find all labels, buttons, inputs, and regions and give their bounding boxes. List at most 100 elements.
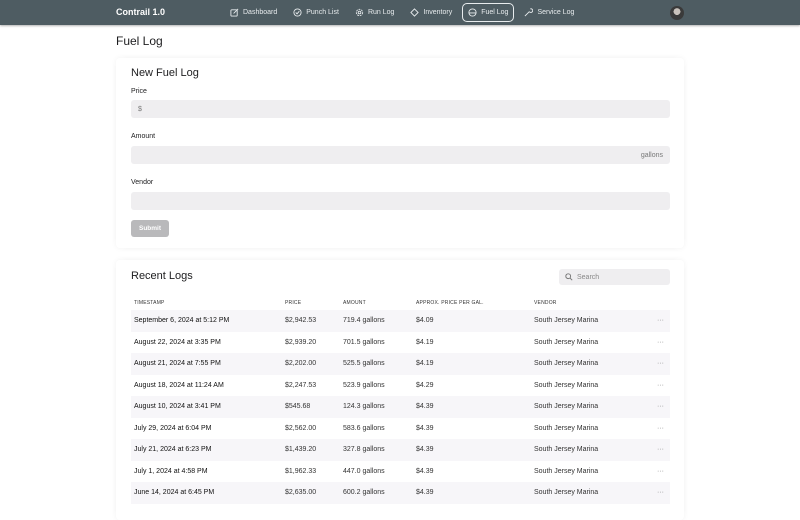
cell-amount: 583.6 gallons [343, 418, 416, 440]
diamond-icon [410, 8, 419, 17]
cell-vendor: South Jersey Marina [534, 418, 642, 440]
cell-price-per-gal: $4.39 [416, 396, 534, 418]
row-menu-button[interactable]: ··· [642, 482, 670, 504]
nav-label: Service Log [537, 9, 574, 16]
cell-vendor: South Jersey Marina [534, 461, 642, 483]
row-menu-button[interactable]: ··· [642, 461, 670, 483]
table-row: August 21, 2024 at 7:55 PM$2,202.00525.5… [131, 353, 670, 375]
cell-timestamp: July 29, 2024 at 6:04 PM [131, 418, 285, 440]
row-menu-button[interactable]: ··· [642, 310, 670, 332]
avatar[interactable] [670, 6, 684, 20]
cell-vendor: South Jersey Marina [534, 439, 642, 461]
column-header[interactable]: AMOUNT [343, 295, 416, 310]
row-menu-button[interactable]: ··· [642, 353, 670, 375]
price-input[interactable]: $ [131, 100, 670, 118]
nav-label: Run Log [368, 9, 394, 16]
table-row: July 21, 2024 at 6:23 PM$1,439.20327.8 g… [131, 439, 670, 461]
cell-timestamp: August 10, 2024 at 3:41 PM [131, 396, 285, 418]
table-row: September 6, 2024 at 5:12 PM$2,942.53719… [131, 310, 670, 332]
amount-input[interactable]: gallons [131, 146, 670, 164]
nav-fuel-log[interactable]: Fuel Log [462, 3, 514, 22]
cell-amount: 525.5 gallons [343, 353, 416, 375]
row-menu-button[interactable]: ··· [642, 375, 670, 397]
cell-amount: 447.0 gallons [343, 461, 416, 483]
search-icon [565, 273, 573, 281]
nav-punch-list[interactable]: Punch List [287, 3, 345, 22]
cell-vendor: South Jersey Marina [534, 482, 642, 504]
nav-label: Inventory [423, 9, 452, 16]
new-fuel-log-card: New Fuel Log Price $ Amount gallons Vend… [116, 58, 684, 248]
cell-price: $2,942.53 [285, 310, 343, 332]
cell-price: $1,439.20 [285, 439, 343, 461]
column-header[interactable]: PRICE [285, 295, 343, 310]
cell-price: $2,635.00 [285, 482, 343, 504]
table-row: August 10, 2024 at 3:41 PM$545.68124.3 g… [131, 396, 670, 418]
row-menu-button[interactable]: ··· [642, 439, 670, 461]
search-input[interactable]: Search [559, 269, 670, 285]
cell-timestamp: August 21, 2024 at 7:55 PM [131, 353, 285, 375]
edit-icon [230, 8, 239, 17]
price-prefix: $ [138, 106, 142, 113]
nav-run-log[interactable]: Run Log [349, 3, 400, 22]
cell-price: $2,562.00 [285, 418, 343, 440]
nav-dashboard[interactable]: Dashboard [224, 3, 283, 22]
search-placeholder: Search [577, 274, 599, 281]
cell-price-per-gal: $4.39 [416, 482, 534, 504]
logs-table: TIMESTAMPPRICEAMOUNTAPPROX. PRICE PER GA… [131, 295, 670, 504]
table-row: August 22, 2024 at 3:35 PM$2,939.20701.5… [131, 332, 670, 354]
cell-amount: 327.8 gallons [343, 439, 416, 461]
nav-inventory[interactable]: Inventory [404, 3, 458, 22]
row-menu-button[interactable]: ··· [642, 418, 670, 440]
cell-price: $1,962.33 [285, 461, 343, 483]
table-row: July 29, 2024 at 6:04 PM$2,562.00583.6 g… [131, 418, 670, 440]
table-row: August 18, 2024 at 11:24 AM$2,247.53523.… [131, 375, 670, 397]
row-menu-button[interactable]: ··· [642, 396, 670, 418]
cell-timestamp: June 14, 2024 at 6:45 PM [131, 482, 285, 504]
nav-label: Dashboard [243, 9, 277, 16]
nav-label: Punch List [306, 9, 339, 16]
cell-price: $545.68 [285, 396, 343, 418]
cell-timestamp: August 22, 2024 at 3:35 PM [131, 332, 285, 354]
cell-timestamp: July 21, 2024 at 6:23 PM [131, 439, 285, 461]
cell-timestamp: September 6, 2024 at 5:12 PM [131, 310, 285, 332]
cell-vendor: South Jersey Marina [534, 310, 642, 332]
amount-suffix: gallons [641, 152, 663, 159]
cell-vendor: South Jersey Marina [534, 375, 642, 397]
nav-service-log[interactable]: Service Log [518, 3, 580, 22]
cell-price: $2,247.53 [285, 375, 343, 397]
form-title: New Fuel Log [131, 67, 199, 79]
logs-title: Recent Logs [131, 270, 193, 282]
column-header[interactable]: VENDOR [534, 295, 642, 310]
cell-amount: 600.2 gallons [343, 482, 416, 504]
column-header[interactable]: APPROX. PRICE PER GAL. [416, 295, 534, 310]
top-nav: Contrail 1.0 Dashboard Punch List Run Log I… [0, 0, 800, 25]
cell-amount: 719.4 gallons [343, 310, 416, 332]
gauge-icon [468, 8, 477, 17]
vendor-input[interactable] [131, 192, 670, 210]
app-brand[interactable]: Contrail 1.0 [116, 7, 165, 17]
cell-vendor: South Jersey Marina [534, 396, 642, 418]
page-title: Fuel Log [116, 34, 163, 48]
cell-price-per-gal: $4.29 [416, 375, 534, 397]
gear-icon [355, 8, 364, 17]
cell-price-per-gal: $4.19 [416, 332, 534, 354]
recent-logs-card: Recent Logs Search TIMESTAMPPRICEAMOUNTA… [116, 260, 684, 520]
cell-price-per-gal: $4.39 [416, 439, 534, 461]
cell-amount: 124.3 gallons [343, 396, 416, 418]
cell-vendor: South Jersey Marina [534, 353, 642, 375]
cell-amount: 701.5 gallons [343, 332, 416, 354]
column-header[interactable]: TIMESTAMP [131, 295, 285, 310]
wrench-icon [524, 8, 533, 17]
submit-button[interactable]: Submit [131, 220, 169, 237]
cell-price-per-gal: $4.19 [416, 353, 534, 375]
cell-price: $2,202.00 [285, 353, 343, 375]
price-label: Price [131, 88, 147, 95]
amount-label: Amount [131, 133, 155, 140]
cell-timestamp: July 1, 2024 at 4:58 PM [131, 461, 285, 483]
row-menu-button[interactable]: ··· [642, 332, 670, 354]
cell-price: $2,939.20 [285, 332, 343, 354]
vendor-label: Vendor [131, 179, 153, 186]
cell-price-per-gal: $4.39 [416, 418, 534, 440]
cell-timestamp: August 18, 2024 at 11:24 AM [131, 375, 285, 397]
table-row: July 1, 2024 at 4:58 PM$1,962.33447.0 ga… [131, 461, 670, 483]
